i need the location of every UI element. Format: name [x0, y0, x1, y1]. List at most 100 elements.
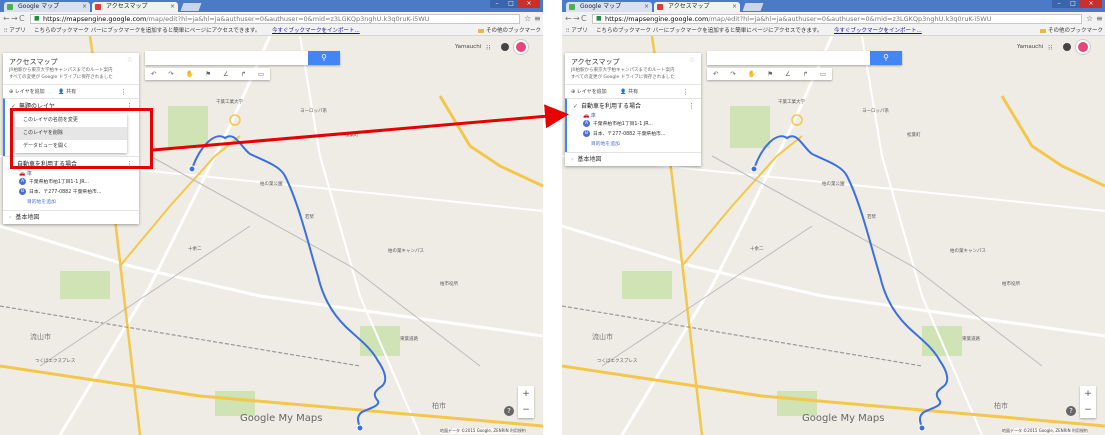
- close-window-icon[interactable]: ×: [1080, 0, 1102, 8]
- avatar[interactable]: [1076, 40, 1090, 54]
- import-bookmarks-link[interactable]: 今すぐブックマークをインポート...: [834, 26, 922, 36]
- layer-options-icon[interactable]: ⋮: [688, 102, 695, 110]
- marker-icon[interactable]: ⚑: [205, 68, 211, 80]
- add-layer-label: レイヤを追加: [14, 89, 45, 95]
- base-map-toggle[interactable]: › 基本地図: [3, 210, 139, 224]
- save-status: すべての変更が Google ドライブに保存されました: [571, 75, 675, 80]
- zoom-out-button[interactable]: −: [1080, 402, 1096, 418]
- map-footer[interactable]: 地図データ ©2015 Google, ZENRIN 利用規約: [440, 428, 526, 434]
- map-footer[interactable]: 地図データ ©2015 Google, ZENRIN 利用規約: [1002, 428, 1088, 434]
- more-options-icon[interactable]: ⋮: [682, 85, 689, 99]
- address-bar[interactable]: ■ https://mapsengine.google.com/map/edit…: [592, 14, 1082, 24]
- undo-icon[interactable]: ↶: [151, 68, 156, 80]
- map-title[interactable]: アクセスマップ ☆: [3, 53, 139, 66]
- share-button[interactable]: 👤 共有: [620, 89, 644, 95]
- tab-google-maps[interactable]: Google マップ ×: [566, 2, 652, 12]
- bookmark-star-icon[interactable]: ☆: [1086, 14, 1093, 24]
- search-button[interactable]: ⚲: [308, 51, 340, 65]
- minimize-icon[interactable]: –: [490, 0, 504, 8]
- layer-name[interactable]: 自動車を利用する場合: [581, 103, 641, 110]
- hand-icon[interactable]: ✋: [747, 68, 755, 80]
- base-map-toggle[interactable]: › 基本地図: [565, 152, 701, 166]
- star-icon[interactable]: ☆: [689, 56, 695, 64]
- minimize-icon[interactable]: –: [1052, 0, 1066, 8]
- maximize-icon[interactable]: □: [504, 0, 518, 8]
- url-host: https://mapsengine.google.com: [605, 15, 709, 23]
- redo-icon[interactable]: ↷: [730, 68, 735, 80]
- stop-badge: A: [19, 178, 26, 185]
- bookmark-star-icon[interactable]: ☆: [524, 14, 531, 24]
- directions-icon[interactable]: ↱: [241, 68, 246, 80]
- route-stop[interactable]: B 日本、〒277-0882 千葉県柏市...: [583, 130, 695, 140]
- chrome-menu-icon[interactable]: ≡: [534, 14, 541, 24]
- hand-icon[interactable]: ✋: [185, 68, 193, 80]
- more-options-icon[interactable]: ⋮: [120, 85, 127, 99]
- help-icon[interactable]: ?: [1066, 406, 1076, 416]
- close-icon[interactable]: ×: [732, 2, 737, 12]
- route-stop[interactable]: A 千葉県柏市柏1丁目1-1 JR...: [19, 178, 133, 188]
- add-destination-link[interactable]: 目的地を追加: [591, 140, 695, 149]
- layer-route[interactable]: ✓ 自動車を利用する場合 ⋮ 🚗 車 A 千葉県柏市柏1丁目1-1 JR... B日…: [565, 98, 701, 152]
- chrome-menu-icon[interactable]: ≡: [1096, 14, 1103, 24]
- stop-badge: A: [583, 120, 590, 127]
- draw-line-icon[interactable]: ∠: [785, 68, 791, 80]
- back-icon[interactable]: ←: [3, 14, 10, 24]
- zoom-in-button[interactable]: +: [518, 386, 534, 402]
- search-button[interactable]: ⚲: [870, 51, 902, 65]
- add-layer-button[interactable]: ⊕ レイヤを追加: [571, 89, 613, 95]
- close-icon[interactable]: ×: [82, 2, 87, 12]
- travel-mode[interactable]: 🚗 車: [19, 170, 133, 178]
- apps-grid-icon[interactable]: ⁝⁝: [486, 44, 490, 52]
- help-icon[interactable]: ?: [504, 406, 514, 416]
- other-bookmarks[interactable]: その他のブックマーク: [478, 26, 541, 36]
- reload-icon[interactable]: C: [19, 14, 25, 24]
- add-layer-button[interactable]: ⊕ レイヤを追加: [9, 89, 51, 95]
- checkbox-icon[interactable]: ✓: [573, 102, 581, 112]
- reload-icon[interactable]: C: [581, 14, 587, 24]
- map-canvas[interactable]: 千葉工業大学 ヨーロッパ系 松葉町 柏の葉公園 若柴 十余二 柏の葉キャンパス …: [0, 36, 543, 435]
- maximize-icon[interactable]: □: [1066, 0, 1080, 8]
- marker-icon[interactable]: ⚑: [767, 68, 773, 80]
- tab-access-map[interactable]: アクセスマップ ×: [92, 2, 178, 12]
- travel-mode[interactable]: 🚗 車: [583, 112, 695, 120]
- panel-actions: ⊕ レイヤを追加 👤 共有 ⋮: [3, 84, 139, 98]
- measure-icon[interactable]: ▭: [820, 68, 826, 80]
- tab-strip: Google マップ × アクセスマップ × – □ ×: [0, 0, 543, 12]
- close-icon[interactable]: ×: [644, 2, 649, 12]
- add-destination-link[interactable]: 目的地を追加: [27, 198, 133, 207]
- map-title[interactable]: アクセスマップ ☆: [565, 53, 701, 66]
- route-stop[interactable]: B 日本、〒277-0882 千葉県柏市...: [19, 188, 133, 198]
- apps-shortcut[interactable]: ⁝⁝ アプリ: [566, 26, 588, 36]
- measure-icon[interactable]: ▭: [258, 68, 264, 80]
- address-bar[interactable]: ■ https://mapsengine.google.com/map/edit…: [30, 14, 520, 24]
- notifications-icon[interactable]: [1063, 43, 1071, 51]
- map-canvas[interactable]: 千葉工業大学 ヨーロッパ系 松葉町 柏の葉公園 若柴 十余二 柏の葉キャンパス …: [562, 36, 1105, 435]
- tab-google-maps[interactable]: Google マップ ×: [4, 2, 90, 12]
- undo-icon[interactable]: ↶: [713, 68, 718, 80]
- new-tab-button[interactable]: [742, 3, 764, 11]
- close-window-icon[interactable]: ×: [518, 0, 540, 8]
- route-stop[interactable]: A 千葉県柏市柏1丁目1-1 JR...: [583, 120, 695, 130]
- redo-icon[interactable]: ↷: [168, 68, 173, 80]
- apps-shortcut[interactable]: ⁝⁝ アプリ: [4, 26, 26, 36]
- import-bookmarks-link[interactable]: 今すぐブックマークをインポート...: [272, 26, 360, 36]
- close-icon[interactable]: ×: [170, 2, 175, 12]
- star-icon[interactable]: ☆: [127, 56, 133, 64]
- apps-grid-icon[interactable]: ⁝⁝: [1048, 44, 1052, 52]
- new-tab-button[interactable]: [180, 3, 202, 11]
- draw-line-icon[interactable]: ∠: [223, 68, 229, 80]
- notifications-icon[interactable]: [501, 43, 509, 51]
- back-icon[interactable]: ←: [565, 14, 572, 24]
- share-button[interactable]: 👤 共有: [58, 89, 82, 95]
- zoom-in-button[interactable]: +: [1080, 386, 1096, 402]
- other-bookmarks[interactable]: その他のブックマーク: [1040, 26, 1103, 36]
- tab-access-map[interactable]: アクセスマップ ×: [654, 2, 740, 12]
- map-label: 東葉道路: [962, 337, 980, 342]
- user-name[interactable]: Yamauchi: [455, 44, 481, 50]
- directions-icon[interactable]: ↱: [803, 68, 808, 80]
- avatar[interactable]: [514, 40, 528, 54]
- forward-icon[interactable]: →: [11, 14, 18, 24]
- forward-icon[interactable]: →: [573, 14, 580, 24]
- zoom-out-button[interactable]: −: [518, 402, 534, 418]
- user-name[interactable]: Yamauchi: [1017, 44, 1043, 50]
